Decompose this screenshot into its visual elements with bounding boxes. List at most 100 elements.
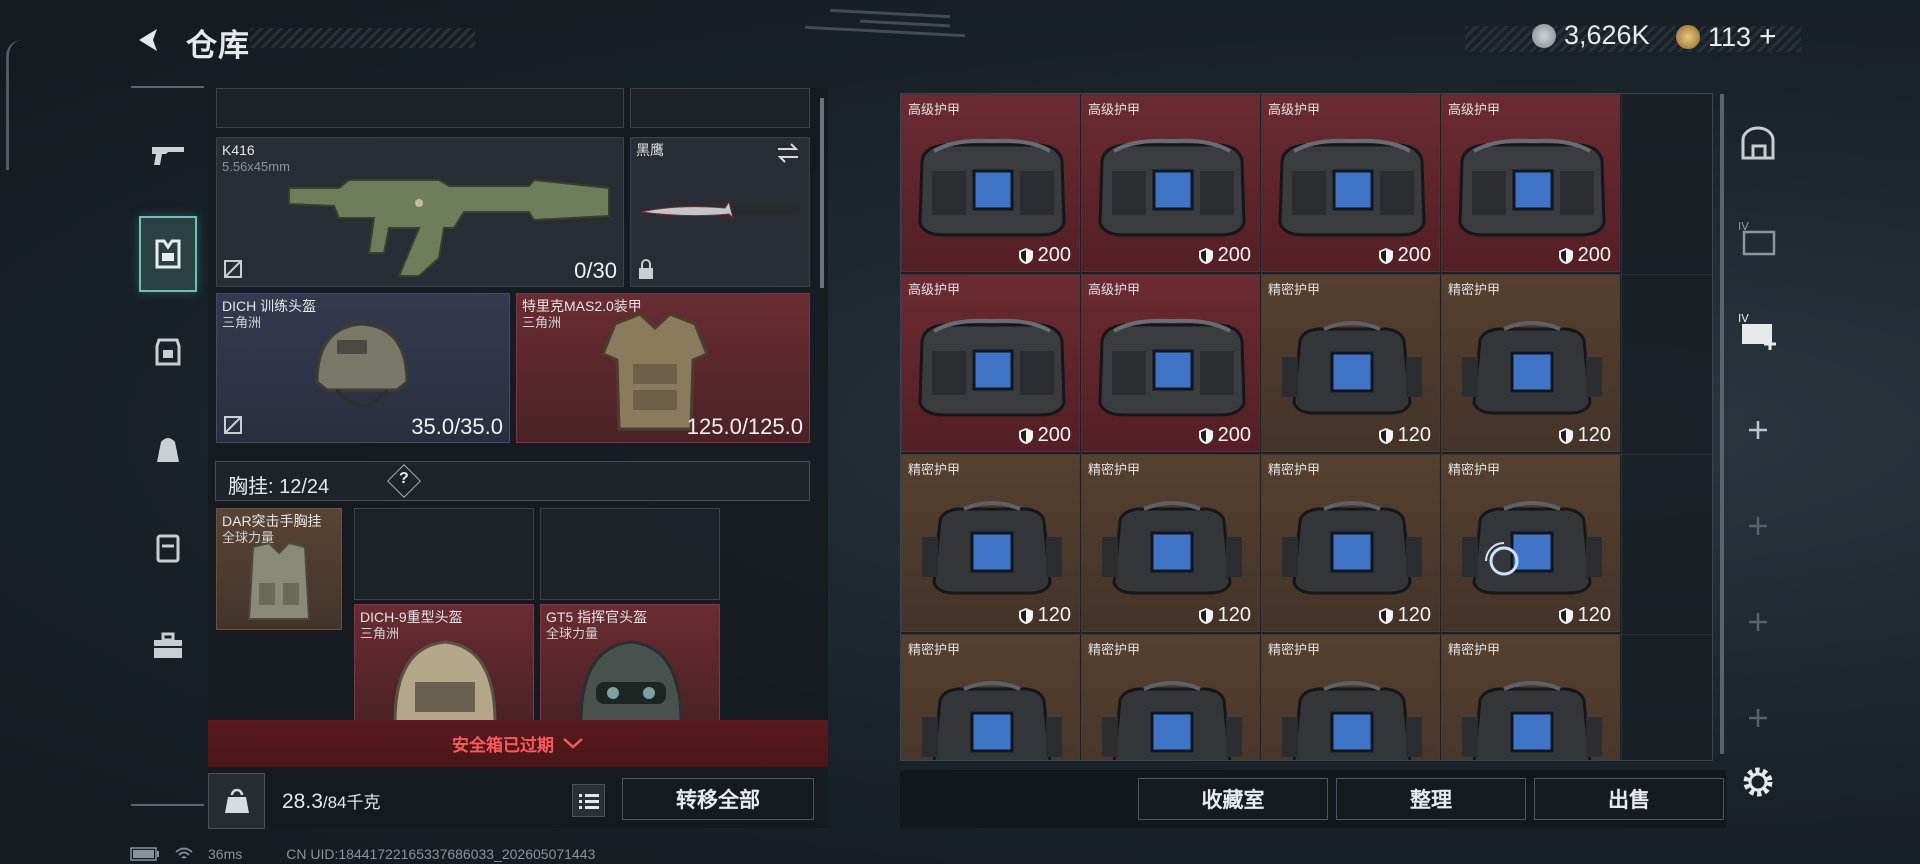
- heavy-helmet-image: [393, 640, 497, 724]
- no-insurance-icon: [224, 260, 242, 278]
- carry-weight: 28.3/84千克: [282, 788, 381, 814]
- bg-streak: [859, 19, 951, 28]
- precision-armor-case-image: [1102, 501, 1242, 595]
- stash-item[interactable]: 高级护甲 200: [901, 94, 1080, 272]
- weapon-slot[interactable]: K416 5.56x45mm 0/30: [216, 137, 624, 287]
- stash-item[interactable]: 高级护甲 200: [901, 274, 1080, 452]
- toolbar-case-tier-4[interactable]: IV: [1734, 214, 1782, 262]
- precision-armor-case-image: [922, 681, 1062, 760]
- helmet-2-name: DICH-9重型头盔: [360, 609, 463, 625]
- add-token-icon[interactable]: +: [1759, 20, 1777, 54]
- settings-button[interactable]: [1734, 758, 1782, 806]
- sidebar-item-backpack[interactable]: [139, 412, 197, 488]
- loadout-scrollbar[interactable]: [820, 98, 824, 288]
- stash-item[interactable]: 精密护甲 120: [1261, 454, 1440, 632]
- slot-cut-top[interactable]: [216, 88, 624, 128]
- case-iv-icon: IV: [1738, 220, 1776, 256]
- stash-item-value: 200: [1018, 424, 1071, 447]
- toolbar-add-slot-1[interactable]: [1734, 406, 1782, 454]
- shield-icon: [1198, 427, 1213, 444]
- stash-item-value: 120: [1378, 604, 1431, 627]
- stash-item[interactable]: 精密护甲 120: [1081, 454, 1260, 632]
- armor-value: 120: [1037, 604, 1071, 626]
- no-insurance-icon: [224, 416, 242, 434]
- stash-item-name: 高级护甲: [1448, 102, 1501, 117]
- toolbar-add-slot-2[interactable]: [1734, 502, 1782, 550]
- stash-item[interactable]: 高级护甲 200: [1441, 94, 1620, 272]
- weight-max: /84千克: [322, 793, 381, 812]
- armor-value: 120: [1577, 424, 1611, 446]
- currency-tokens[interactable]: 113 +: [1676, 20, 1777, 54]
- helmet-faction: 三角洲: [222, 315, 262, 330]
- toolbar-add-slot-4[interactable]: [1734, 694, 1782, 742]
- stash-scrollbar[interactable]: [1720, 94, 1724, 754]
- shield-icon: [1198, 247, 1213, 264]
- sidebar-item-chest-rig[interactable]: [139, 510, 197, 586]
- armor-value: 200: [1217, 244, 1251, 266]
- stash-item[interactable]: 精密护甲 120: [1261, 274, 1440, 452]
- armor-value: 200: [1217, 424, 1251, 446]
- armor-durability: 125.0/125.0: [686, 414, 803, 439]
- toolbar-add-case[interactable]: IV: [1734, 306, 1782, 354]
- helmet-durability: 35.0/35.0: [411, 414, 503, 439]
- sell-button[interactable]: 出售: [1534, 778, 1724, 820]
- stash-grid: 高级护甲 200 高级护甲 200 高级护甲 200 高级护甲 200 高级护甲 200 高级护甲 2…: [900, 93, 1713, 761]
- bg-arc: [6, 40, 22, 170]
- list-view-button[interactable]: [572, 784, 605, 817]
- shield-icon: [1018, 247, 1033, 264]
- transfer-all-button[interactable]: 转移全部: [622, 778, 814, 820]
- back-button[interactable]: [130, 22, 166, 58]
- armor-faction: 三角洲: [522, 315, 562, 330]
- helmet-2-slot[interactable]: DICH-9重型头盔 三角洲: [354, 604, 534, 724]
- plus-icon: [1749, 709, 1767, 727]
- rifle-image: [288, 178, 610, 277]
- swap-icon[interactable]: [775, 142, 801, 164]
- toolbar-add-slot-3[interactable]: [1734, 598, 1782, 646]
- sort-button[interactable]: 整理: [1336, 778, 1526, 820]
- rig-empty-slot[interactable]: [354, 508, 534, 600]
- chevron-down-icon: [563, 737, 583, 749]
- precision-armor-case-image: [1282, 501, 1422, 595]
- sidebar-item-weapons[interactable]: [139, 118, 197, 194]
- sidebar-item-armor[interactable]: [139, 314, 197, 390]
- plus-icon: [1749, 613, 1767, 631]
- stash-item[interactable]: 精密护甲: [1081, 634, 1260, 760]
- rig-item-slot[interactable]: DAR突击手胸挂 全球力量: [216, 508, 342, 630]
- stash-item[interactable]: 精密护甲: [1261, 634, 1440, 760]
- stash-item[interactable]: 高级护甲 200: [1261, 94, 1440, 272]
- shield-icon: [1378, 427, 1393, 444]
- stash-item-name: 精密护甲: [908, 462, 961, 477]
- stash-item-name: 精密护甲: [1448, 462, 1501, 477]
- stash-item[interactable]: 精密护甲 120: [1441, 274, 1620, 452]
- shield-icon: [1558, 247, 1573, 264]
- weight-indicator: [208, 773, 265, 829]
- helmet-slot[interactable]: DICH 训练头盔 三角洲 35.0/35.0: [216, 293, 510, 443]
- sidebar-item-equipment[interactable]: [139, 216, 197, 292]
- shield-icon: [1018, 607, 1033, 624]
- toolbar-safe-box[interactable]: [1734, 120, 1782, 168]
- stash-item-value: 200: [1198, 424, 1251, 447]
- secure-case-expired-banner[interactable]: 安全箱已过期: [208, 720, 828, 767]
- stash-item[interactable]: 高级护甲 200: [1081, 94, 1260, 272]
- loadout-panel: K416 5.56x45mm 0/30 黑鹰 DICH 训练头盔 三角洲 35.…: [208, 88, 828, 828]
- stash-item[interactable]: 高级护甲 200: [1081, 274, 1260, 452]
- plus-icon: [1749, 517, 1767, 535]
- sidebar-item-tools[interactable]: [139, 608, 197, 684]
- ping-text: 36ms: [208, 846, 243, 862]
- armor-slot[interactable]: 特里克MAS2.0装甲 三角洲 125.0/125.0: [516, 293, 810, 443]
- stash-item[interactable]: 精密护甲 120: [1441, 454, 1620, 632]
- advanced-armor-case-image: [918, 318, 1066, 417]
- help-icon: ?: [399, 470, 409, 487]
- rig-empty-slot[interactable]: [540, 508, 720, 600]
- stash-item-value: 200: [1558, 244, 1611, 267]
- stash-item[interactable]: 精密护甲: [1441, 634, 1620, 760]
- slot-cut-top-2[interactable]: [630, 88, 810, 128]
- helmet-3-slot[interactable]: GT5 指挥官头盔 全球力量: [540, 604, 720, 724]
- melee-slot[interactable]: 黑鹰: [630, 137, 810, 287]
- rig-label: 胸挂: 12/24: [228, 476, 330, 498]
- stash-item[interactable]: 精密护甲: [901, 634, 1080, 760]
- collection-room-button[interactable]: 收藏室: [1138, 778, 1328, 820]
- armor-icon: [155, 338, 181, 366]
- shield-icon: [1018, 427, 1033, 444]
- stash-item[interactable]: 精密护甲 120: [901, 454, 1080, 632]
